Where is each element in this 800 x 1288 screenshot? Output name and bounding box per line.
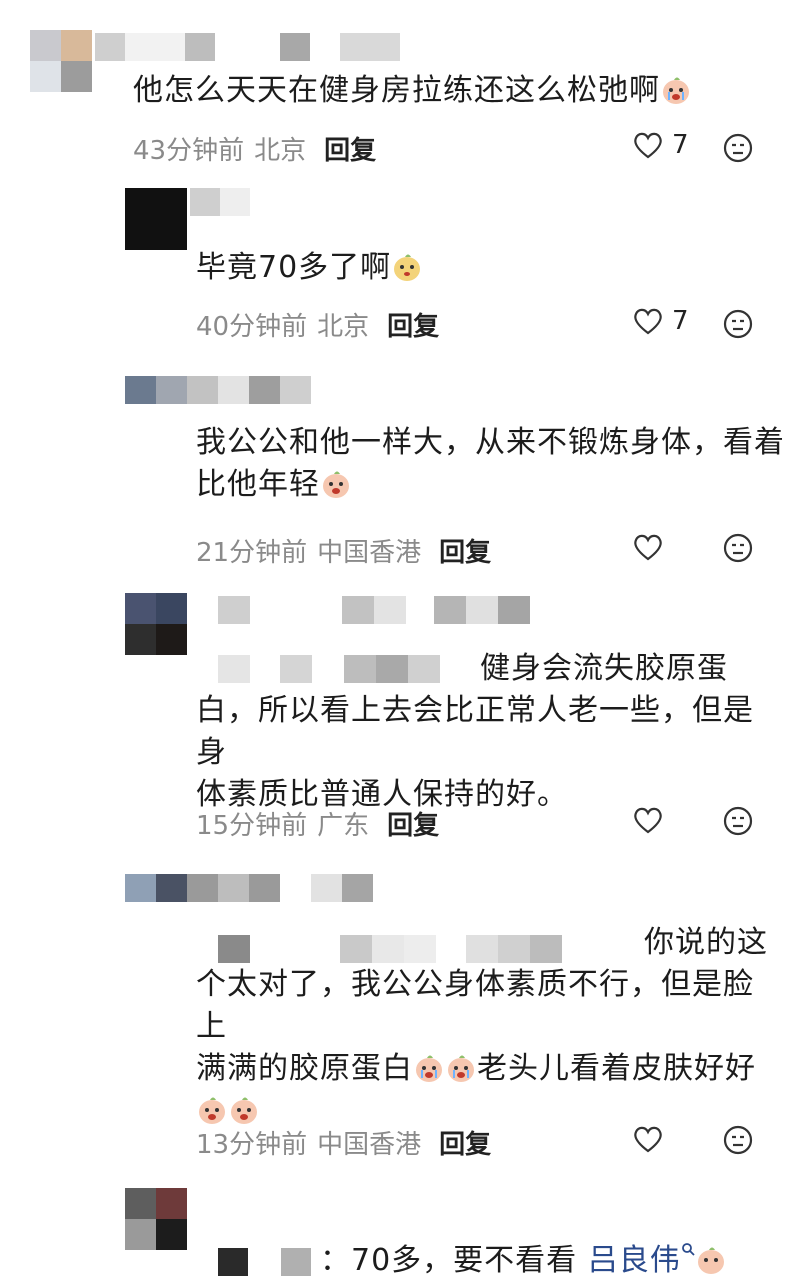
search-icon[interactable] [681,1242,695,1256]
heart-icon [634,132,662,159]
heart-icon [634,308,662,335]
comment-meta: 21分钟前 中国香港 回复 [196,532,491,569]
username-blurred[interactable] [125,376,311,404]
peach-emoji-icon [697,1247,724,1274]
crying-peach-emoji-icon [323,471,349,498]
avatar[interactable] [125,188,187,250]
location: 北京 [254,136,307,166]
crying-peach-emoji-icon [448,1055,474,1082]
comment-text: 我公公和他一样大，从来不锻炼身体，看着 比他年轻 [196,425,785,502]
reply-button[interactable]: 回复 [387,805,439,842]
avatar[interactable] [30,30,92,92]
avatar[interactable] [125,1188,187,1250]
time: 15分钟前 [196,811,308,841]
time: 43分钟前 [133,136,245,166]
dislike-face-icon[interactable] [722,132,754,164]
reply-button[interactable]: 回复 [439,532,491,569]
heart-icon [634,1126,662,1153]
comment-meta: 13分钟前 中国香港 回复 [196,1124,491,1161]
like-button[interactable] [632,532,664,562]
like-button[interactable]: 7 [632,306,689,336]
like-count: 7 [672,130,689,160]
comment-meta: 40分钟前 北京 回复 [196,306,439,343]
comment-text: 他怎么天天在健身房拉练还这么松弛啊 [133,70,692,112]
mention-link[interactable]: 吕良伟 [588,1243,681,1278]
dislike-face-icon[interactable] [722,308,754,340]
heart-icon [634,807,662,834]
reply-button[interactable]: 回复 [324,130,376,167]
like-button[interactable] [632,1124,664,1154]
time: 40分钟前 [196,312,308,342]
time: 13分钟前 [196,1130,308,1160]
crying-peach-emoji-icon [663,77,689,104]
dislike-face-icon[interactable] [722,532,754,564]
like-count: 7 [672,306,689,336]
username-blurred[interactable] [218,596,530,624]
username-blurred[interactable] [190,188,250,216]
comment-text: ：70多，要不看看 吕良伟 [320,1240,727,1282]
crying-peach-emoji-icon [416,1055,442,1082]
comment-text: 你说的这 个太对了，我公公身体素质不行，但是脸上 满满的胶原蛋白 老头儿看着皮肤好… [196,922,776,1132]
username-blurred[interactable] [218,1248,311,1276]
time: 21分钟前 [196,538,308,568]
like-button[interactable] [632,805,664,835]
dislike-face-icon[interactable] [722,805,754,837]
comment-meta: 43分钟前 北京 回复 [133,130,376,167]
reply-button[interactable]: 回复 [387,306,439,343]
dislike-face-icon[interactable] [722,1124,754,1156]
username-blurred[interactable] [95,33,400,61]
reply-button[interactable]: 回复 [439,1124,491,1161]
avatar[interactable] [125,593,187,655]
crying-peach-emoji-icon [199,1097,225,1124]
like-button[interactable]: 7 [632,130,689,160]
comment-meta: 15分钟前 广东 回复 [196,805,439,842]
location: 北京 [317,312,370,342]
crying-peach-emoji-icon [231,1097,257,1124]
location: 广东 [317,811,370,841]
comment-text: 毕竟70多了啊 [196,247,423,289]
location: 中国香港 [317,538,422,568]
username-blurred[interactable] [125,874,373,902]
peach-emoji-icon [394,254,421,281]
comment-text: 健身会流失胶原蛋 白，所以看上去会比正常人老一些，但是身 体素质比普通人保持的好… [196,651,754,812]
location: 中国香港 [317,1130,422,1160]
heart-icon [634,534,662,561]
